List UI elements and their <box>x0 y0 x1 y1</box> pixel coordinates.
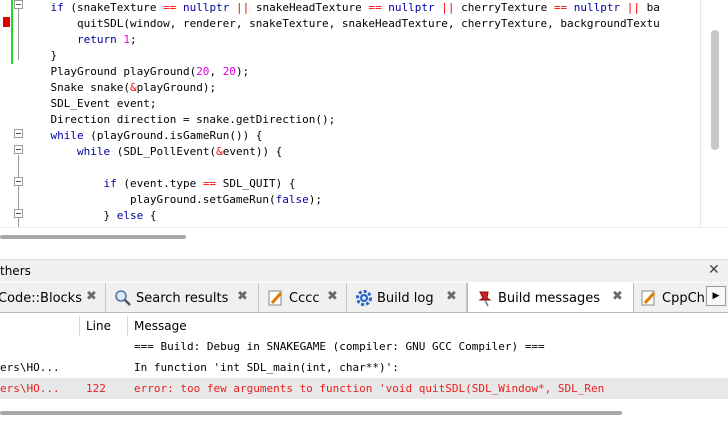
editor-horizontal-scrollbar[interactable] <box>0 227 728 247</box>
panel-title: thers <box>0 264 31 278</box>
tab-build-log[interactable]: Build log ✖ <box>347 283 467 312</box>
cell-message: In function 'int SDL_main(int, char**)': <box>134 361 399 374</box>
code-line[interactable]: } else { <box>24 208 156 224</box>
column-header-message[interactable]: Message <box>134 316 728 337</box>
code-line[interactable]: while (SDL_PollEvent(&event)) { <box>24 144 282 160</box>
tab-label: CppCh <box>662 290 705 306</box>
code-line[interactable]: Snake snake(&playGround); <box>24 80 216 96</box>
tab-scroll-right-icon[interactable]: ▶ <box>706 286 726 306</box>
code-area[interactable]: if (snakeTexture == nullptr || snakeHead… <box>0 0 700 227</box>
pencil-icon <box>640 289 658 307</box>
column-divider[interactable] <box>127 316 128 336</box>
code-line[interactable]: quitSDL(window, renderer, snakeTexture, … <box>24 16 660 32</box>
table-horizontal-scrollbar[interactable] <box>0 408 728 418</box>
code-line[interactable]: playGround.setGameRun(false); <box>24 192 322 208</box>
search-icon <box>114 289 132 307</box>
tab-build-messages[interactable]: Build messages ✖ <box>467 283 634 312</box>
scroll-thumb[interactable] <box>0 411 622 415</box>
logs-tabbar: Code::Blocks ✖ Search results ✖ Cccc ✖ B… <box>0 283 728 313</box>
cell-line: 122 <box>86 382 106 395</box>
tab-label: Code::Blocks <box>0 290 82 306</box>
table-row[interactable]: === Build: Debug in SNAKEGAME (compiler:… <box>0 336 728 357</box>
logs-panel-titlebar: thers ✕ <box>0 259 728 282</box>
scroll-thumb[interactable] <box>0 235 186 239</box>
tab-label: Search results <box>136 290 229 306</box>
close-icon[interactable]: ✖ <box>612 289 623 304</box>
tab-label: Build log <box>377 290 434 306</box>
pin-icon <box>476 289 494 307</box>
code-line[interactable]: } <box>24 48 57 64</box>
gear-icon <box>355 289 373 307</box>
code-line[interactable]: PlayGround playGround(20, 20); <box>24 64 249 80</box>
cell-message: error: too few arguments to function 'vo… <box>134 382 605 395</box>
code-line[interactable]: SDL_Event event; <box>24 96 156 112</box>
editor-vertical-scrollbar[interactable] <box>700 0 728 227</box>
code-line[interactable]: if (event.type == SDL_QUIT) { <box>24 176 295 192</box>
tab-codeblocks[interactable]: Code::Blocks ✖ <box>0 283 106 312</box>
cell-file: ers\HO... <box>0 361 60 374</box>
tab-label: Build messages <box>498 290 600 306</box>
close-icon[interactable]: ✕ <box>708 262 720 278</box>
table-row[interactable]: ers\HO... In function 'int SDL_main(int,… <box>0 357 728 378</box>
table-header-row: Line Message <box>0 316 728 337</box>
column-divider[interactable] <box>79 316 80 336</box>
pencil-icon <box>267 289 285 307</box>
code-editor[interactable]: if (snakeTexture == nullptr || snakeHead… <box>0 0 728 227</box>
cell-message: === Build: Debug in SNAKEGAME (compiler:… <box>134 340 545 353</box>
column-header-line[interactable]: Line <box>86 316 126 337</box>
scroll-thumb[interactable] <box>711 30 719 150</box>
tab-search-results[interactable]: Search results ✖ <box>106 283 259 312</box>
close-icon[interactable]: ✖ <box>86 289 97 304</box>
close-icon[interactable]: ✖ <box>446 289 457 304</box>
code-line[interactable]: return 1; <box>24 32 137 48</box>
table-row-error[interactable]: ers\HO... 122 error: too few arguments t… <box>0 378 728 399</box>
code-line[interactable]: while (playGround.isGameRun()) { <box>24 128 263 144</box>
close-icon[interactable]: ✖ <box>237 289 248 304</box>
tab-label: Cccc <box>289 290 320 306</box>
cell-file: ers\HO... <box>0 382 60 395</box>
tab-cccc[interactable]: Cccc ✖ <box>259 283 347 312</box>
close-icon[interactable]: ✖ <box>327 289 338 304</box>
code-line[interactable]: Direction direction = snake.getDirection… <box>24 112 335 128</box>
code-line[interactable]: if (snakeTexture == nullptr || snakeHead… <box>24 0 660 16</box>
